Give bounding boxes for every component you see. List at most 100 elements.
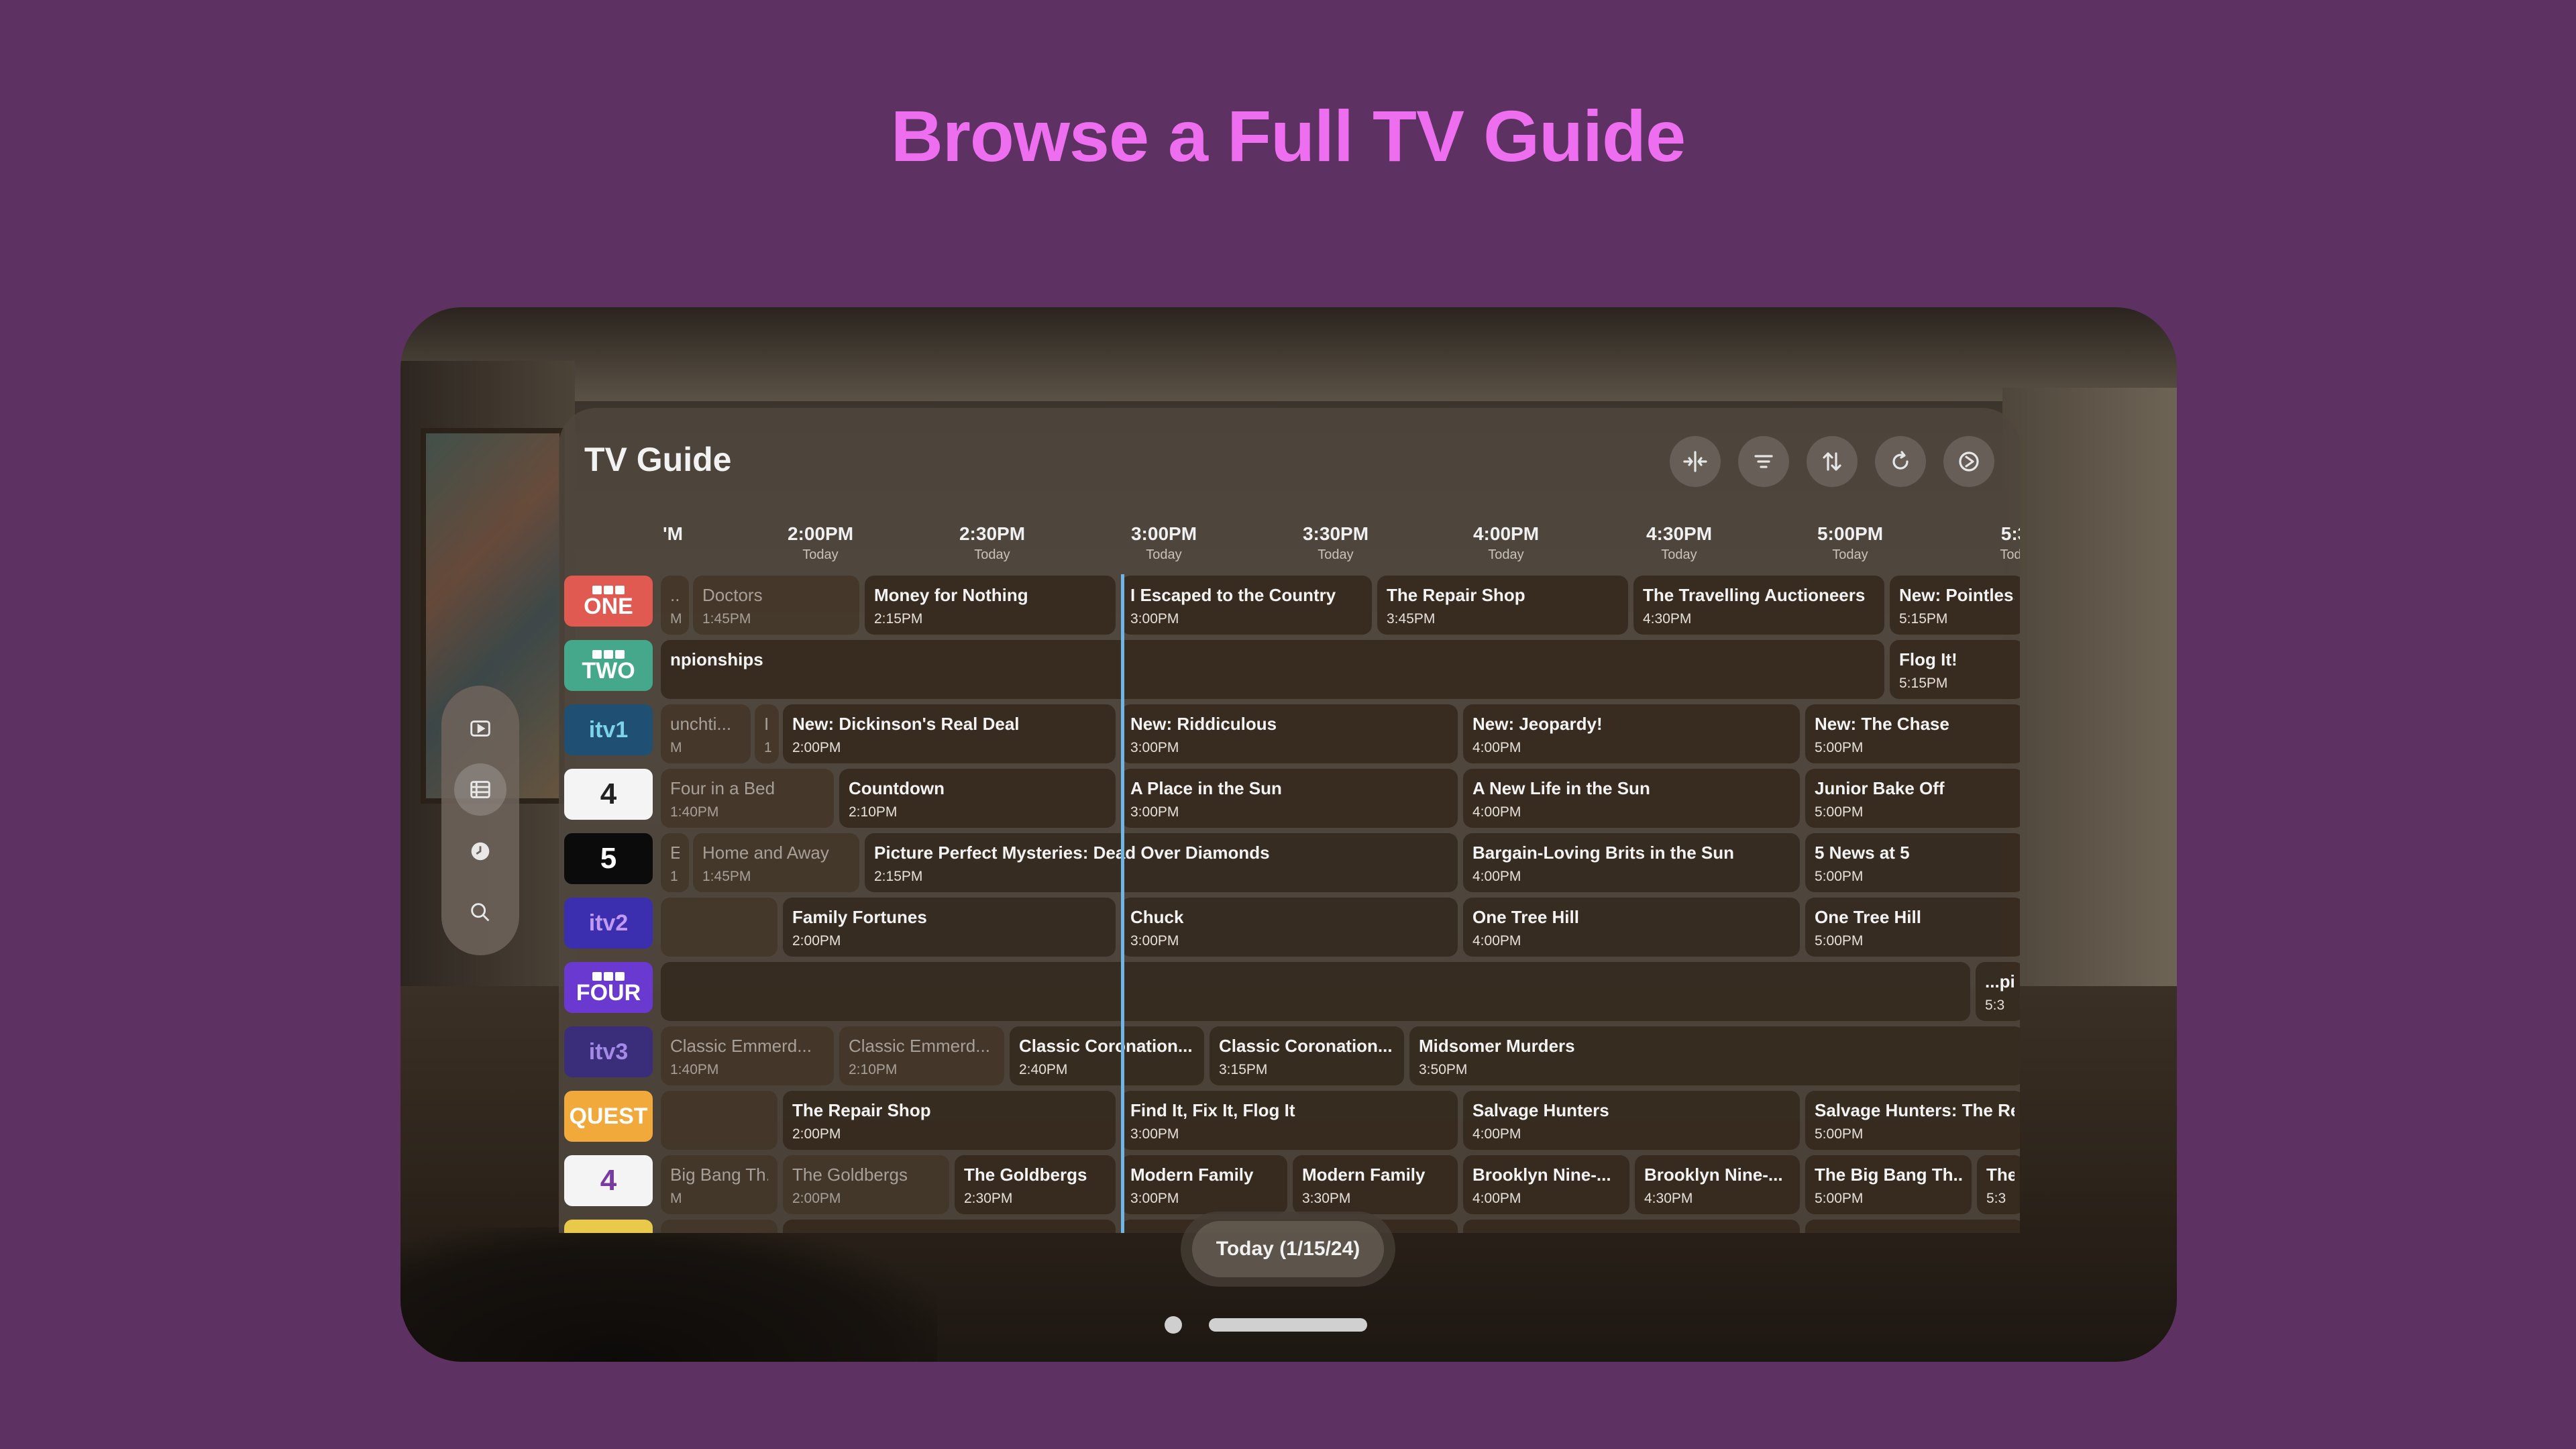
program-cell[interactable]: New: Dickinson's Real Deal 2:00PM xyxy=(783,704,1116,763)
program-cell[interactable]: New: Jeopardy! 4:00PM xyxy=(1463,704,1800,763)
program-cell[interactable]: Classic Coronation... 2:40PM xyxy=(1010,1026,1204,1085)
program-time: 1 xyxy=(764,740,772,755)
program-cell[interactable]: Picture Perfect Mysteries: Dead Over Dia… xyxy=(865,833,1458,892)
program-cell[interactable]: Midsomer Murders 3:50PM xyxy=(1409,1026,2020,1085)
program-cell[interactable]: I1 xyxy=(755,704,779,763)
program-cell[interactable]: Classic Coronation... 3:15PM xyxy=(1210,1026,1404,1085)
date-picker-button[interactable]: Today (1/15/24) xyxy=(1181,1212,1395,1287)
date-label: Today (1/15/24) xyxy=(1192,1221,1384,1277)
program-cell[interactable]: A Place in the Sun 3:00PM xyxy=(1121,769,1458,828)
program-title: Classic Emmerd... xyxy=(670,1036,812,1056)
program-cell[interactable]: Classic Emmerd... 2:10PM xyxy=(839,1026,1004,1085)
channel-logo[interactable]: 4 xyxy=(564,769,653,820)
program-cell[interactable]: The 5:3 xyxy=(1977,1155,2020,1214)
compress-button[interactable] xyxy=(1670,436,1721,487)
program-cell[interactable]: The Repair Shop 3:45PM xyxy=(1377,576,1628,635)
program-cell[interactable]: The Repair Shop 2:00PM xyxy=(783,1091,1116,1150)
program-title: New: Jeopardy! xyxy=(1472,714,1603,734)
tab-guide[interactable] xyxy=(454,763,506,816)
program-time: 4:00PM xyxy=(1472,869,1521,884)
program-cell[interactable] xyxy=(783,1220,1116,1233)
time-slot-day: Today xyxy=(1318,547,1354,562)
program-cell[interactable]: npionships xyxy=(661,640,1884,699)
program-cell[interactable]: ...pi 5:3 xyxy=(1976,962,2020,1021)
program-cell[interactable]: Home and Away 1:45PM xyxy=(693,833,859,892)
program-cell[interactable] xyxy=(1805,1220,2020,1233)
program-title: A Place in the Sun xyxy=(1130,778,1282,798)
program-cell[interactable]: Big Bang Th... M xyxy=(661,1155,777,1214)
program-cell[interactable]: Salvage Hunters: The Re 5:00PM xyxy=(1805,1091,2020,1150)
program-cell[interactable]: Modern Family 3:00PM xyxy=(1121,1155,1287,1214)
channel-logo[interactable]: itv3 xyxy=(564,1026,653,1077)
channel-logo[interactable]: FOUR xyxy=(564,962,653,1013)
program-title: Classic Emmerd... xyxy=(849,1036,990,1056)
time-slot: 4:00PM Today xyxy=(1473,523,1539,563)
tab-search[interactable] xyxy=(454,886,506,938)
time-slot-time: 'M xyxy=(663,523,683,544)
program-cell[interactable]: One Tree Hill 5:00PM xyxy=(1805,898,2020,957)
program-title: Family Fortunes xyxy=(792,907,927,927)
program-cell[interactable]: unchti... M xyxy=(661,704,751,763)
program-cell[interactable] xyxy=(1463,1220,1800,1233)
tab-live[interactable] xyxy=(454,702,506,755)
program-cell[interactable]: Flog It! 5:15PM xyxy=(1890,640,2020,699)
program-cell[interactable]: Find It, Fix It, Flog It 3:00PM xyxy=(1121,1091,1458,1150)
filter-button[interactable] xyxy=(1738,436,1789,487)
program-cell[interactable]: Bargain-Loving Brits in the Sun 4:00PM xyxy=(1463,833,1800,892)
channel-logo[interactable]: 4 xyxy=(564,1155,653,1206)
program-cell[interactable]: Modern Family 3:30PM xyxy=(1293,1155,1458,1214)
time-slot-day: Today xyxy=(1661,547,1697,562)
program-cell[interactable]: Countdown 2:10PM xyxy=(839,769,1116,828)
program-time: 3:00PM xyxy=(1130,740,1179,755)
channel-logo[interactable]: QUEST xyxy=(564,1091,653,1142)
program-cell[interactable]: I Escaped to the Country 3:00PM xyxy=(1121,576,1372,635)
channel-logo[interactable] xyxy=(564,1220,653,1233)
channel-logo[interactable]: itv2 xyxy=(564,898,653,949)
program-title: One Tree Hill xyxy=(1472,907,1579,927)
program-cell[interactable] xyxy=(661,1220,777,1233)
program-cell[interactable]: Money for Nothing 2:15PM xyxy=(865,576,1116,635)
program-cell[interactable]: Family Fortunes 2:00PM xyxy=(783,898,1116,957)
program-cell[interactable]: ... M xyxy=(661,576,689,635)
program-title: New: Dickinson's Real Deal xyxy=(792,714,1020,734)
program-cell[interactable]: Doctors 1:45PM xyxy=(693,576,859,635)
program-title: Four in a Bed xyxy=(670,778,775,798)
program-title: The Repair Shop xyxy=(792,1100,931,1120)
program-cell[interactable]: The Travelling Auctioneers 4:30PM xyxy=(1633,576,1884,635)
channel-logo[interactable]: ONE xyxy=(564,576,653,627)
program-cell[interactable]: Brooklyn Nine-... 4:30PM xyxy=(1635,1155,1800,1214)
program-cell[interactable]: Classic Emmerd... 1:40PM xyxy=(661,1026,834,1085)
program-cell[interactable]: New: Pointless 5:15PM xyxy=(1890,576,2020,635)
program-cell[interactable]: The Big Bang Th... 5:00PM xyxy=(1805,1155,1972,1214)
program-cell[interactable] xyxy=(661,962,1970,1021)
program-cell[interactable]: Four in a Bed 1:40PM xyxy=(661,769,834,828)
channel-logo[interactable]: TWO xyxy=(564,640,653,691)
program-cell[interactable] xyxy=(661,898,777,957)
program-cell[interactable]: E1 xyxy=(661,833,689,892)
program-cell[interactable]: Chuck 3:00PM xyxy=(1121,898,1458,957)
bbc-logo xyxy=(592,585,625,594)
program-cell[interactable]: New: The Chase 5:00PM xyxy=(1805,704,2020,763)
program-cell[interactable]: 5 News at 5 5:00PM xyxy=(1805,833,2020,892)
window-grabber[interactable] xyxy=(1209,1318,1367,1332)
program-cell[interactable]: A New Life in the Sun 4:00PM xyxy=(1463,769,1800,828)
program-cell[interactable] xyxy=(661,1091,777,1150)
program-cell[interactable]: Salvage Hunters 4:00PM xyxy=(1463,1091,1800,1150)
tab-recent[interactable] xyxy=(454,825,506,877)
program-cell[interactable]: Junior Bake Off 5:00PM xyxy=(1805,769,2020,828)
refresh-button[interactable] xyxy=(1875,436,1926,487)
sort-button[interactable] xyxy=(1807,436,1858,487)
program-title: I Escaped to the Country xyxy=(1130,585,1336,605)
channel-logo[interactable]: 5 xyxy=(564,833,653,884)
settings-button[interactable] xyxy=(1943,436,1994,487)
program-cell[interactable]: New: Riddiculous 3:00PM xyxy=(1121,704,1458,763)
program-cell[interactable]: The Goldbergs 2:30PM xyxy=(955,1155,1116,1214)
program-time: 5:00PM xyxy=(1815,804,1864,820)
program-time: 3:00PM xyxy=(1130,804,1179,820)
program-cell[interactable]: Brooklyn Nine-... 4:00PM xyxy=(1463,1155,1629,1214)
program-cell[interactable]: The Goldbergs 2:00PM xyxy=(783,1155,949,1214)
channel-logo[interactable]: itv1 xyxy=(564,704,653,755)
program-cell[interactable]: One Tree Hill 4:00PM xyxy=(1463,898,1800,957)
time-slot-time: 3:30PM xyxy=(1302,523,1369,544)
time-slot-time: 5:3 xyxy=(2000,523,2020,544)
